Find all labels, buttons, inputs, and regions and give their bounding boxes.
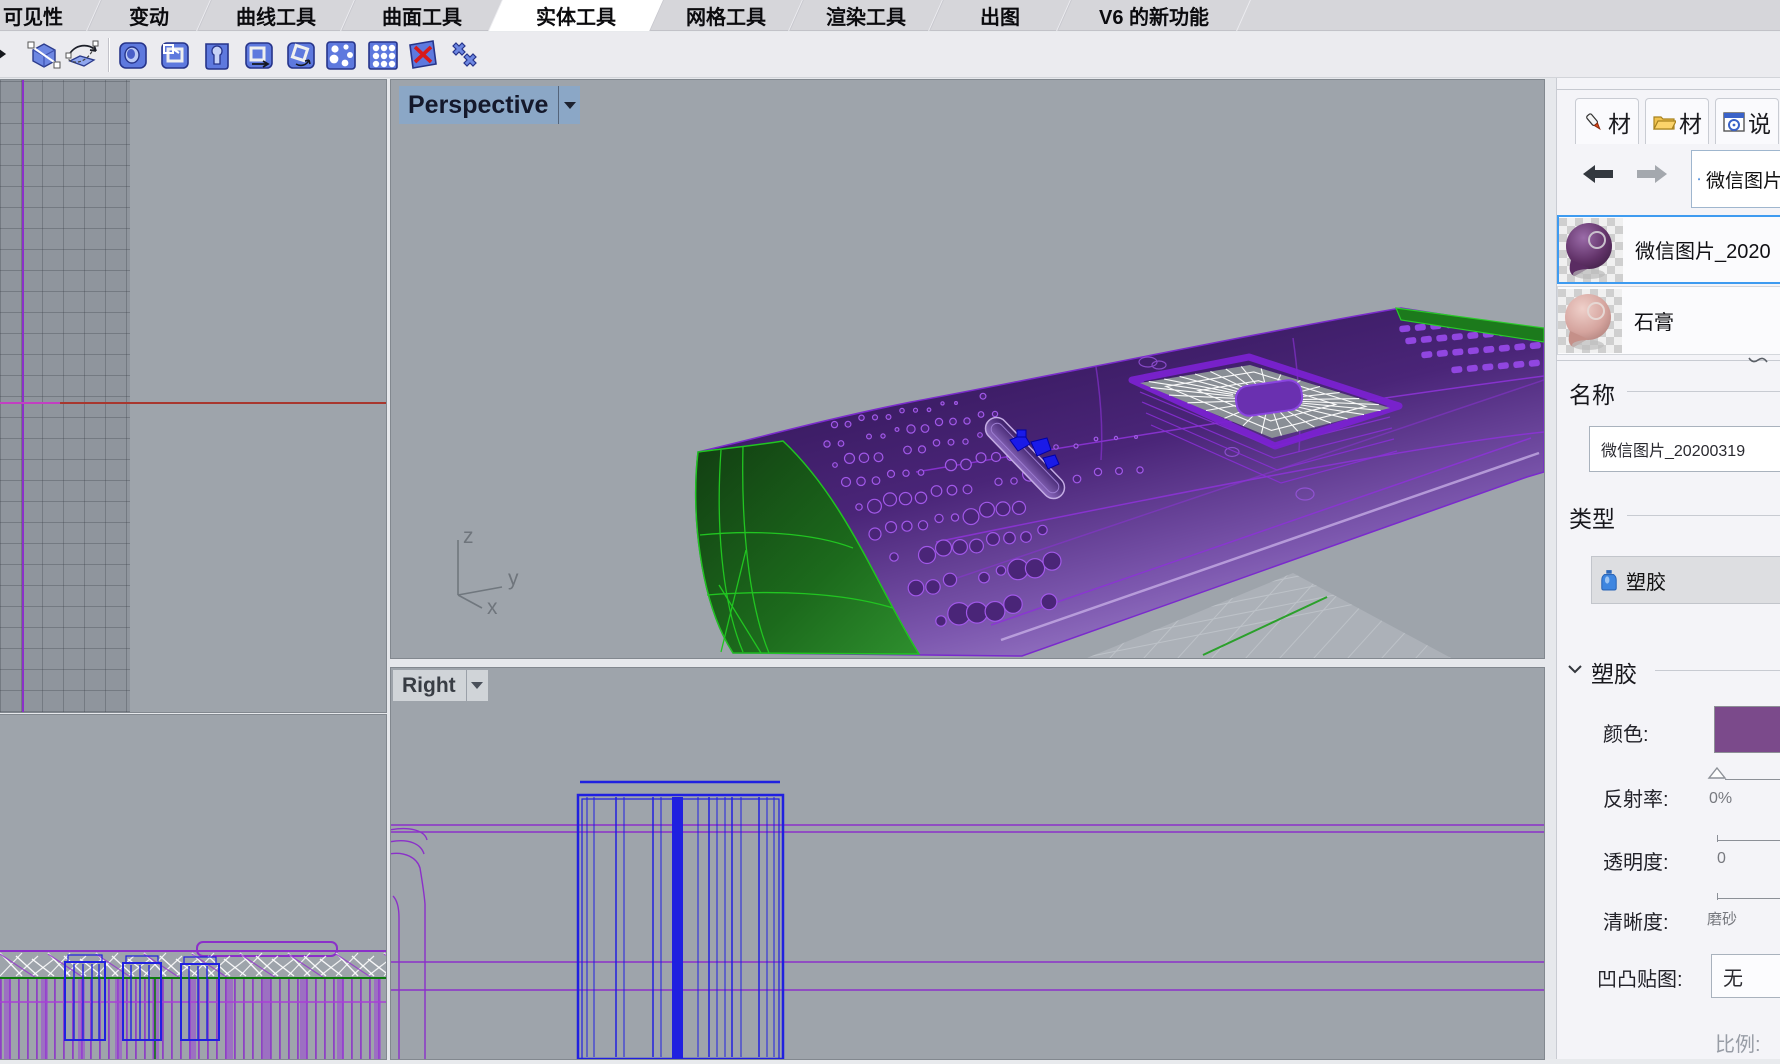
list-resize-handle[interactable] — [1747, 354, 1769, 366]
y-axis-line — [22, 80, 24, 712]
right-viewport-title[interactable]: Right — [393, 670, 488, 701]
bottle-icon — [1698, 167, 1700, 191]
type-section-rule — [1627, 515, 1780, 516]
tab-transform[interactable]: 变动 — [87, 0, 211, 31]
type-section-title: 类型 — [1569, 500, 1615, 534]
tab-material-edit-label: 材 — [1608, 105, 1631, 139]
name-section-rule — [1627, 391, 1780, 392]
tab-v6-new[interactable]: V6 的新功能 — [1057, 0, 1251, 31]
color-swatch[interactable] — [1714, 706, 1780, 753]
axis-z-label: z — [463, 525, 474, 548]
material-row-plaster[interactable]: 石膏 — [1557, 286, 1780, 355]
plastic-section-rule — [1655, 670, 1780, 671]
place-hole-icon[interactable] — [157, 37, 193, 73]
tab-help[interactable]: 说 — [1715, 98, 1779, 144]
cplane-grid — [0, 80, 130, 712]
bump-map-label: 凹凸贴图: — [1597, 963, 1683, 992]
material-name-label: 石膏 — [1634, 306, 1674, 335]
bottle-icon — [1600, 569, 1618, 591]
right-dropdown-arrow[interactable] — [466, 670, 488, 701]
transparency-label: 透明度: — [1603, 846, 1669, 875]
tab-material-edit[interactable]: 材 — [1575, 98, 1639, 144]
help-icon — [1723, 111, 1745, 133]
reflectivity-slider-handle[interactable] — [1707, 766, 1727, 780]
menu-tabbar: 可见性 变动 曲线工具 曲面工具 实体工具 网格工具 渲染工具 出图 V6 的新… — [0, 0, 1780, 31]
left-profile-curves — [391, 829, 427, 1059]
rotate-solid-icon[interactable] — [64, 37, 100, 73]
left-bottom-viewport[interactable] — [0, 715, 386, 1059]
tab-layout[interactable]: 出图 — [929, 0, 1071, 31]
tab-help-label: 说 — [1748, 105, 1771, 139]
bump-map-value: 无 — [1723, 962, 1743, 991]
material-thumbnail-pink — [1558, 289, 1622, 353]
forward-arrow[interactable] — [1635, 162, 1669, 191]
material-thumbnail-purple — [1559, 218, 1623, 282]
axis-x-label: x — [487, 596, 498, 619]
tab-curve-tools[interactable]: 曲线工具 — [197, 0, 355, 31]
perspective-viewport[interactable]: z y x Perspective — [391, 80, 1544, 658]
x-axis-line-red — [60, 402, 386, 404]
tab-render-tools[interactable]: 渲染工具 — [789, 0, 943, 31]
reflectivity-slider-track[interactable] — [1725, 779, 1780, 780]
color-label: 颜色: — [1603, 718, 1649, 747]
tab-material-library[interactable]: 材 — [1645, 98, 1709, 144]
extrude-partial-icon[interactable] — [0, 37, 20, 73]
axis-y-label: y — [508, 567, 519, 590]
scale-label: 比例: — [1715, 1028, 1761, 1057]
name-section-title: 名称 — [1569, 376, 1615, 410]
axis-line-purple — [0, 402, 60, 404]
merge-holes-icon[interactable] — [446, 37, 482, 73]
array-holes-icon[interactable] — [365, 37, 401, 73]
tab-surface-tools[interactable]: 曲面工具 — [341, 0, 503, 31]
viewport-area: z y x Perspective — [0, 78, 1556, 1059]
transparency-slider-track[interactable] — [1717, 840, 1780, 841]
reflectivity-label: 反射率: — [1603, 783, 1669, 812]
paintbrush-icon — [1583, 111, 1605, 133]
plastic-section-title: 塑胶 — [1591, 655, 1637, 689]
transparency-value: 0 — [1717, 850, 1726, 868]
perspective-dropdown-arrow[interactable] — [558, 86, 580, 124]
solid-tools-toolbar — [0, 32, 1780, 78]
panel-top-rule — [1557, 89, 1780, 90]
back-arrow[interactable] — [1581, 162, 1615, 191]
clarity-label: 清晰度: — [1603, 906, 1669, 935]
clarity-value: 磨砂 — [1707, 908, 1737, 929]
left-bottom-wireframe — [0, 715, 386, 1059]
right-viewport[interactable]: Right — [391, 668, 1544, 1059]
right-ortho-scene — [391, 668, 1544, 1059]
collapse-chevron-icon[interactable] — [1567, 663, 1583, 675]
material-name-label: 微信图片_2020 — [1635, 235, 1771, 264]
rotate-hole-icon[interactable] — [283, 37, 319, 73]
tab-visibility[interactable]: 可见性 — [0, 0, 101, 31]
tab-mesh-tools[interactable]: 网格工具 — [649, 0, 803, 31]
bump-map-dropdown[interactable]: 无 — [1711, 954, 1780, 998]
material-row-wechat[interactable]: 微信图片_2020 — [1557, 215, 1780, 284]
selected-block[interactable] — [578, 782, 783, 1059]
material-name-value: 微信图片_20200319 — [1601, 437, 1745, 461]
perspective-viewport-title[interactable]: Perspective — [399, 86, 580, 124]
clarity-slider-track[interactable] — [1717, 898, 1780, 899]
material-type-dropdown[interactable]: 塑胶 — [1591, 556, 1780, 604]
right-label: Right — [393, 670, 466, 701]
current-material-dropdown[interactable]: 微信图片 — [1691, 150, 1780, 208]
tab-solid-tools[interactable]: 实体工具 — [489, 0, 663, 31]
left-top-viewport[interactable] — [0, 80, 386, 712]
material-properties-panel: 材 材 说 微信图片 — [1556, 78, 1780, 1059]
perspective-scene: z y x — [391, 80, 1544, 658]
box-shear-icon[interactable] — [26, 37, 62, 73]
delete-hole-icon[interactable] — [405, 37, 441, 73]
perspective-label: Perspective — [399, 86, 558, 124]
material-type-value: 塑胶 — [1626, 566, 1666, 595]
folder-icon — [1652, 112, 1676, 132]
reflectivity-value: 0% — [1709, 790, 1732, 808]
move-hole-icon[interactable] — [241, 37, 277, 73]
tab-material-library-label: 材 — [1679, 105, 1702, 139]
round-hole-icon[interactable] — [115, 37, 151, 73]
current-material-name: 微信图片 — [1706, 166, 1780, 193]
slot-hole-icon[interactable] — [199, 37, 235, 73]
material-name-input[interactable]: 微信图片_20200319 — [1589, 426, 1780, 472]
scatter-holes-icon[interactable] — [323, 37, 359, 73]
